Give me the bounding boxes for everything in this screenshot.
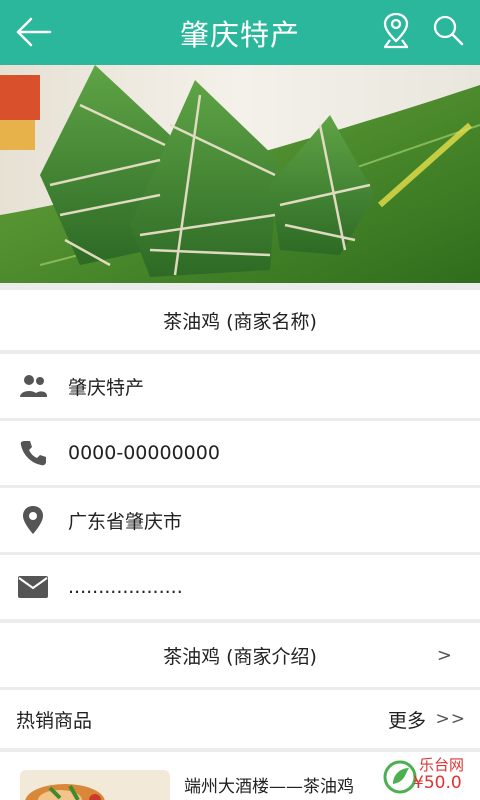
watermark-logo-icon xyxy=(383,760,417,794)
map-pin-icon xyxy=(383,12,409,49)
search-icon xyxy=(433,15,464,46)
page-title: 肇庆特产 xyxy=(179,17,300,52)
people-icon xyxy=(18,371,48,401)
hot-products-title: 热销商品 xyxy=(16,709,93,732)
address-text[interactable]: 广东省肇庆市 xyxy=(68,507,182,534)
back-button[interactable] xyxy=(12,10,56,54)
watermark-text: 乐台网 xyxy=(419,756,465,774)
more-link[interactable]: 更多 xyxy=(388,706,426,733)
category-row: 肇庆特产 xyxy=(0,354,480,418)
category-text: 肇庆特产 xyxy=(68,376,145,399)
product-name: 端州大酒楼——茶油鸡 xyxy=(184,777,354,797)
merchant-name: 茶油鸡 (商家名称) xyxy=(163,310,317,333)
double-chevron-icon[interactable]: >> xyxy=(436,709,467,729)
search-button[interactable] xyxy=(426,8,470,52)
phone-icon xyxy=(18,438,48,468)
chevron-right-icon: > xyxy=(436,644,452,666)
arrow-left-icon xyxy=(16,17,52,47)
phone-text[interactable]: 0000-00000000 xyxy=(68,442,220,464)
hot-products-header: 热销商品 更多 >> xyxy=(0,690,480,748)
app-screen: 肇庆特产 茶油鸡 (商家名称) 肇庆特产 0000-00000000 广东省肇庆… xyxy=(0,0,480,800)
location-button[interactable] xyxy=(376,8,416,52)
email-row[interactable]: ................... xyxy=(0,555,480,619)
phone-row[interactable]: 0000-00000000 xyxy=(0,421,480,485)
watermark: 乐台网 ¥50.0 xyxy=(383,754,478,800)
merchant-name-row: 茶油鸡 (商家名称) xyxy=(0,290,480,350)
location-icon xyxy=(18,505,48,535)
merchant-intro-row[interactable]: 茶油鸡 (商家介绍) > xyxy=(0,623,480,687)
product-thumbnail xyxy=(20,770,170,800)
address-row[interactable]: 广东省肇庆市 xyxy=(0,488,480,552)
email-text[interactable]: ................... xyxy=(68,576,183,598)
mail-icon xyxy=(18,572,48,602)
product-price: ¥50.0 xyxy=(413,773,462,793)
merchant-intro-label: 茶油鸡 (商家介绍) xyxy=(163,645,317,668)
banner-image xyxy=(0,65,480,283)
top-bar: 肇庆特产 xyxy=(0,0,480,65)
